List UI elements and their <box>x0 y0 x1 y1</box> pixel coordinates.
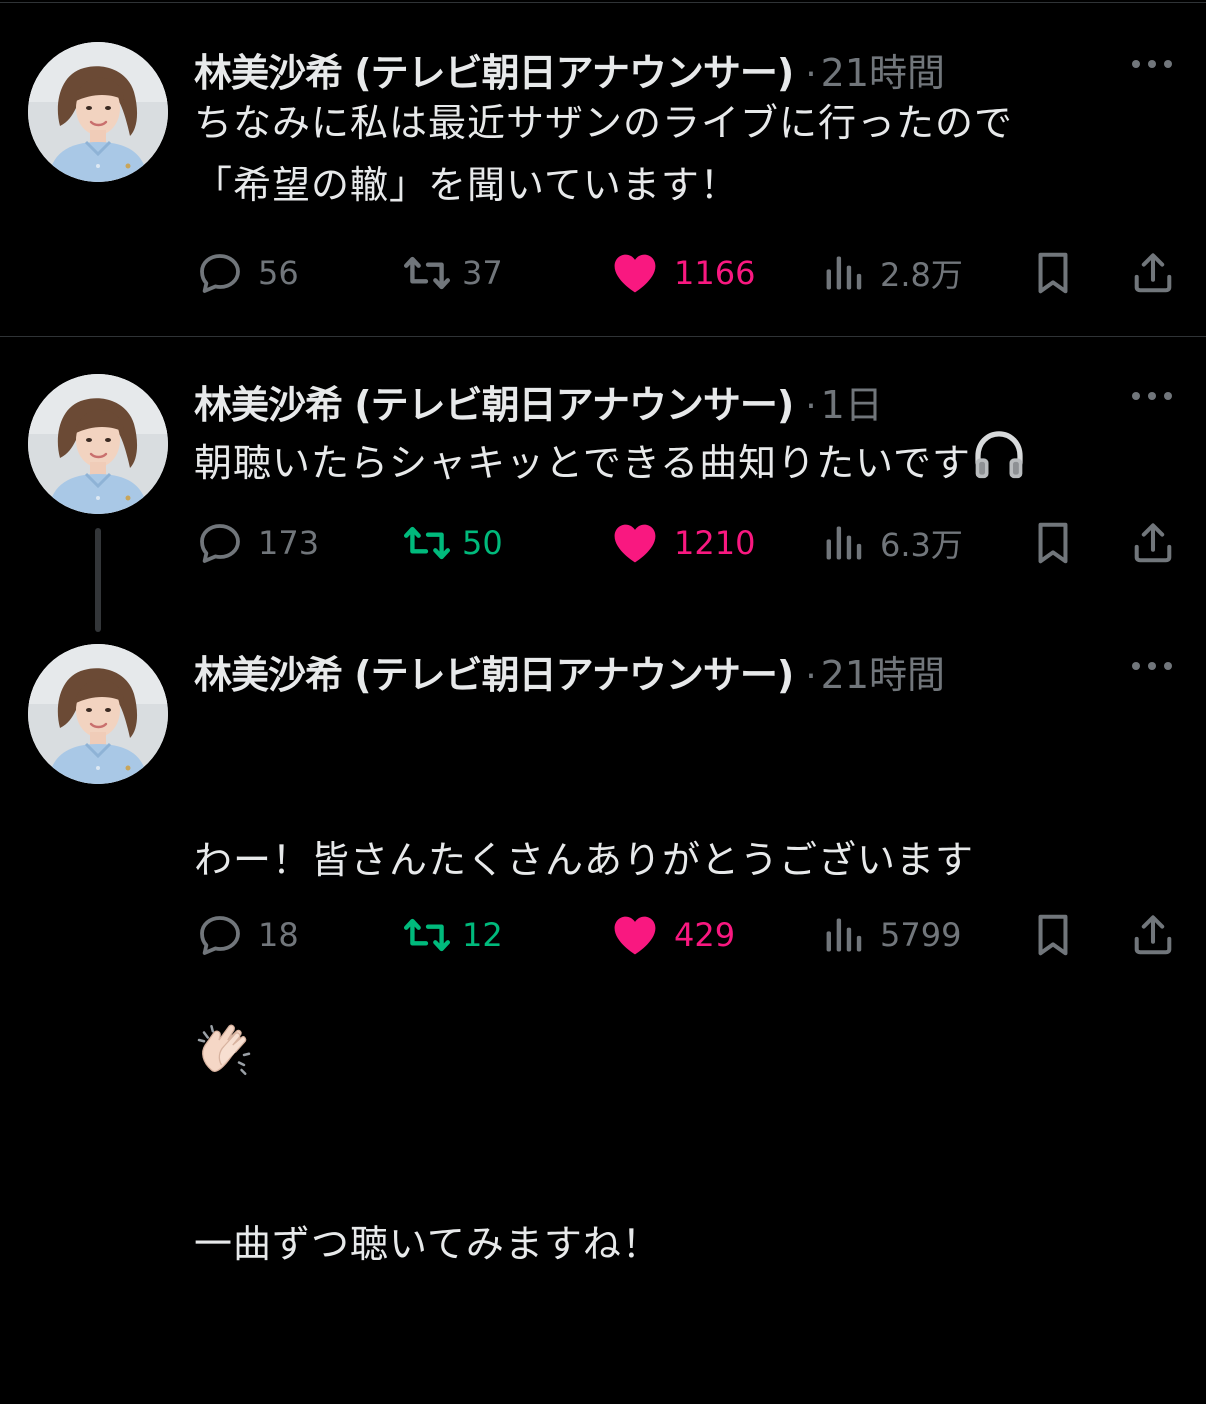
view-count: 5799 <box>880 916 962 954</box>
more-icon[interactable] <box>1132 660 1172 672</box>
share-button[interactable] <box>1130 518 1176 568</box>
action-bar: 56 37 1166 2.8万 <box>0 248 1206 298</box>
views-button[interactable]: 6.3万 <box>822 518 963 568</box>
bookmark-icon <box>1030 519 1076 567</box>
like-icon <box>610 518 660 568</box>
views-icon <box>822 913 866 957</box>
avatar[interactable] <box>28 374 168 514</box>
retweet-button[interactable]: 50 <box>400 518 503 568</box>
like-count: 1210 <box>674 524 756 562</box>
separator-dot: · <box>805 54 817 95</box>
reply-count: 173 <box>258 524 320 562</box>
view-count: 6.3万 <box>880 526 963 564</box>
tweet-text: ちなみに私は最近サザンのライブに行ったので 「希望の轍」を聞いています！ <box>194 101 1014 207</box>
like-count: 429 <box>674 916 736 954</box>
views-icon <box>822 521 866 565</box>
like-count: 1166 <box>674 254 756 292</box>
like-button[interactable]: 1210 <box>610 518 755 568</box>
share-icon <box>1130 250 1176 296</box>
like-button[interactable]: 1166 <box>610 248 755 298</box>
tweet-text-content: 朝聴いたらシャキッとできる曲知りたいです <box>194 441 971 485</box>
views-icon <box>822 251 866 295</box>
like-icon <box>610 248 660 298</box>
share-icon <box>1130 520 1176 566</box>
retweet-count: 50 <box>462 524 503 562</box>
avatar[interactable] <box>28 42 168 182</box>
timestamp[interactable]: 1日 <box>821 374 883 429</box>
reply-button[interactable]: 18 <box>196 910 299 960</box>
tweet-header: 林美沙希 (テレビ朝日アナウンサー) · 1日 <box>194 374 883 427</box>
author-name[interactable]: 林美沙希 (テレビ朝日アナウンサー) <box>194 374 794 429</box>
reply-count: 18 <box>258 916 299 954</box>
author-name[interactable]: 林美沙希 (テレビ朝日アナウンサー) <box>194 644 794 699</box>
tweet-text-line: わー！皆さんたくさんありがとうございます <box>194 838 975 882</box>
timestamp[interactable]: 21時間 <box>821 42 945 97</box>
reply-icon <box>196 519 244 567</box>
like-icon <box>610 910 660 960</box>
reply-button[interactable]: 56 <box>196 248 299 298</box>
separator-dot: · <box>805 386 817 427</box>
bookmark-icon <box>1030 911 1076 959</box>
thread-connector <box>95 528 101 632</box>
views-button[interactable]: 5799 <box>822 910 961 960</box>
tweet-divider <box>0 336 1206 337</box>
tweet-header: 林美沙希 (テレビ朝日アナウンサー) · 21時間 <box>194 644 945 697</box>
retweet-button[interactable]: 12 <box>400 910 503 960</box>
avatar[interactable] <box>28 644 168 784</box>
headphones-icon <box>971 428 1027 502</box>
bookmark-button[interactable] <box>1030 248 1076 298</box>
view-count: 2.8万 <box>880 256 963 294</box>
tweet-text: わー！皆さんたくさんありがとうございます 一曲ずつ聴いてみますね！ <box>194 700 1174 1404</box>
reply-count: 56 <box>258 254 299 292</box>
timestamp[interactable]: 21時間 <box>821 644 945 699</box>
views-button[interactable]: 2.8万 <box>822 248 963 298</box>
reply-icon <box>196 911 244 959</box>
more-icon[interactable] <box>1132 390 1172 402</box>
more-icon[interactable] <box>1132 58 1172 70</box>
action-bar: 18 12 429 5799 <box>0 910 1206 960</box>
retweet-icon <box>400 518 454 568</box>
like-button[interactable]: 429 <box>610 910 735 960</box>
bookmark-button[interactable] <box>1030 910 1076 960</box>
share-button[interactable] <box>1130 910 1176 960</box>
retweet-count: 12 <box>462 916 503 954</box>
tweet-text-line: 一曲ずつ聴いてみますね！ <box>194 1222 661 1266</box>
reply-icon <box>196 249 244 297</box>
retweet-count: 37 <box>462 254 503 292</box>
retweet-button[interactable]: 37 <box>400 248 503 298</box>
retweet-icon <box>400 248 454 298</box>
retweet-icon <box>400 910 454 960</box>
separator-dot: · <box>805 656 817 697</box>
share-button[interactable] <box>1130 248 1176 298</box>
author-name[interactable]: 林美沙希 (テレビ朝日アナウンサー) <box>194 42 794 97</box>
bookmark-button[interactable] <box>1030 518 1076 568</box>
clapping-hands-icon <box>194 1020 1174 1084</box>
top-divider <box>0 2 1206 3</box>
share-icon <box>1130 912 1176 958</box>
bookmark-icon <box>1030 249 1076 297</box>
action-bar: 173 50 1210 6.3万 <box>0 518 1206 568</box>
reply-button[interactable]: 173 <box>196 518 319 568</box>
tweet-header: 林美沙希 (テレビ朝日アナウンサー) · 21時間 <box>194 42 945 95</box>
tweet-text: 朝聴いたらシャキッとできる曲知りたいです <box>194 428 1174 502</box>
